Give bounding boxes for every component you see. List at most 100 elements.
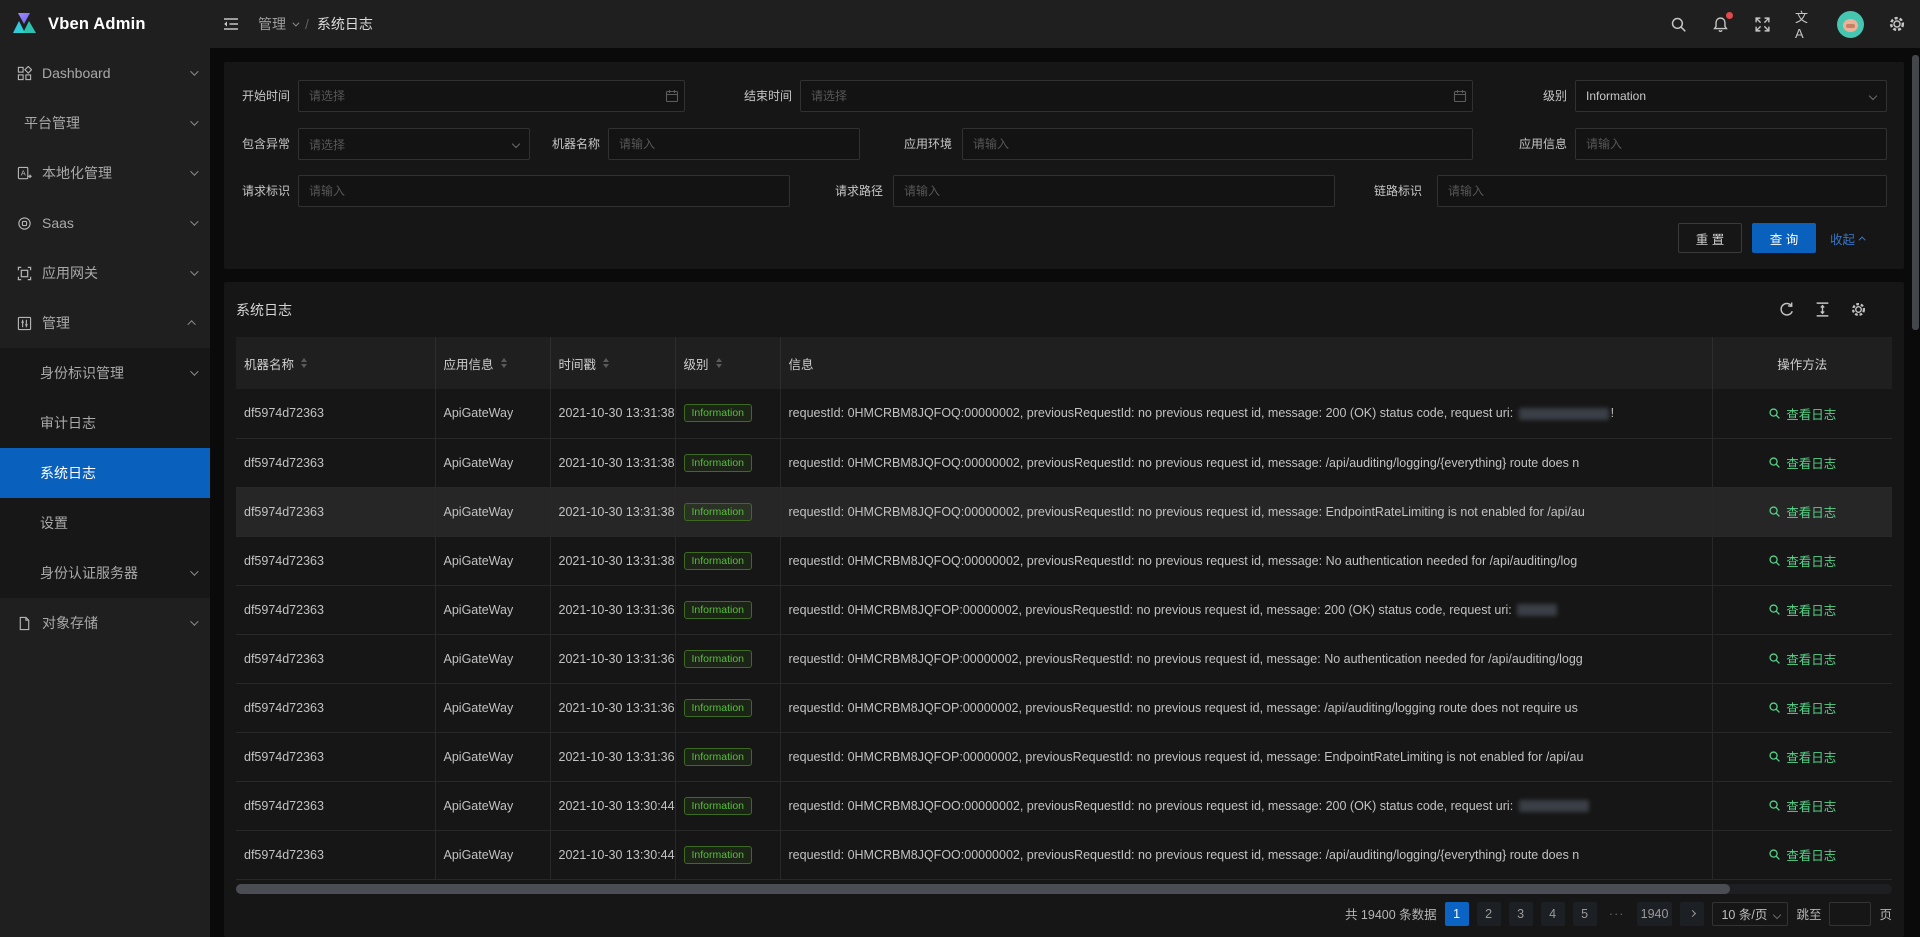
menu-fold-icon[interactable] bbox=[216, 9, 246, 39]
table-row: df5974d72363ApiGateWay2021-10-30 13:31:3… bbox=[236, 634, 1892, 683]
sidebar-item-saas[interactable]: Saas bbox=[0, 198, 210, 248]
redacted-text bbox=[1519, 408, 1609, 420]
trace-id-input[interactable] bbox=[1437, 175, 1887, 207]
sidebar-item-management[interactable]: 管理 bbox=[0, 298, 210, 348]
page-button-1[interactable]: 1 bbox=[1445, 902, 1469, 926]
saas-icon bbox=[17, 216, 32, 231]
table-row: df5974d72363ApiGateWay2021-10-30 13:31:3… bbox=[236, 732, 1892, 781]
gateway-icon bbox=[17, 266, 32, 281]
view-log-link[interactable]: 查看日志 bbox=[1768, 404, 1836, 423]
sidebar-item-system-logs[interactable]: 系统日志 bbox=[0, 448, 210, 498]
message-cell: requestId: 0HMCRBM8JQFOO:00000002, previ… bbox=[780, 830, 1712, 879]
sort-asc-icon bbox=[501, 358, 507, 362]
next-page-button[interactable] bbox=[1680, 902, 1704, 926]
view-log-link[interactable]: 查看日志 bbox=[1768, 453, 1836, 472]
sidebar-item-audit-logs[interactable]: 审计日志 bbox=[0, 398, 210, 448]
sidebar-item-settings[interactable]: 设置 bbox=[0, 498, 210, 548]
sort-icons[interactable] bbox=[301, 358, 307, 368]
column-header[interactable]: 应用信息 bbox=[435, 337, 550, 389]
page-button-5[interactable]: 5 bbox=[1573, 902, 1597, 926]
sidebar-item-platform[interactable]: 平台管理 bbox=[0, 98, 210, 148]
vertical-scrollbar-thumb[interactable] bbox=[1912, 55, 1919, 330]
fullscreen-icon[interactable] bbox=[1753, 15, 1771, 33]
table-row: df5974d72363ApiGateWay2021-10-30 13:31:3… bbox=[236, 389, 1892, 438]
table-row: df5974d72363ApiGateWay2021-10-30 13:31:3… bbox=[236, 536, 1892, 585]
request-path-input[interactable] bbox=[893, 175, 1335, 207]
page-button-2[interactable]: 2 bbox=[1477, 902, 1501, 926]
bell-icon[interactable] bbox=[1711, 15, 1729, 33]
view-log-link[interactable]: 查看日志 bbox=[1768, 698, 1836, 717]
sort-icons[interactable] bbox=[716, 358, 722, 368]
view-log-link[interactable]: 查看日志 bbox=[1768, 551, 1836, 570]
pagination: 共 19400 条数据 12345···1940 10 条/页 跳至 页 bbox=[236, 902, 1892, 926]
level-cell: Information bbox=[675, 683, 780, 732]
page-ellipsis: ··· bbox=[1605, 902, 1629, 926]
chevron-down-icon bbox=[190, 217, 198, 225]
view-log-link[interactable]: 查看日志 bbox=[1768, 796, 1836, 815]
view-log-link[interactable]: 查看日志 bbox=[1768, 502, 1836, 521]
sidebar-item-auth-server[interactable]: 身份认证服务器 bbox=[0, 548, 210, 598]
sort-icons[interactable] bbox=[603, 358, 609, 368]
start-time-label: 开始时间 bbox=[224, 80, 290, 112]
view-log-link[interactable]: 查看日志 bbox=[1768, 747, 1836, 766]
view-log-link[interactable]: 查看日志 bbox=[1768, 845, 1836, 864]
level-badge: Information bbox=[684, 748, 753, 766]
start-time-input[interactable] bbox=[298, 80, 685, 112]
collapse-link[interactable]: 收起 bbox=[1830, 223, 1866, 253]
sidebar-item-localization[interactable]: A本地化管理 bbox=[0, 148, 210, 198]
message-cell: requestId: 0HMCRBM8JQFOP:00000002, previ… bbox=[780, 683, 1712, 732]
sort-icons[interactable] bbox=[501, 358, 507, 368]
sidebar-menu: Dashboard平台管理A本地化管理Saas应用网关管理身份标识管理审计日志系… bbox=[0, 48, 210, 648]
breadcrumb-section[interactable]: 管理 bbox=[258, 14, 297, 34]
column-label: 级别 bbox=[684, 354, 709, 373]
reset-button[interactable]: 重 置 bbox=[1678, 223, 1742, 253]
sidebar-item-identity[interactable]: 身份标识管理 bbox=[0, 348, 210, 398]
pagination-total: 共 19400 条数据 bbox=[1345, 904, 1437, 923]
app-info-cell: ApiGateWay bbox=[435, 585, 550, 634]
column-label: 时间戳 bbox=[559, 354, 597, 373]
machine-name-cell: df5974d72363 bbox=[236, 389, 435, 438]
gear-icon[interactable] bbox=[1888, 15, 1906, 33]
app-info-input[interactable] bbox=[1575, 128, 1887, 160]
timestamp-cell: 2021-10-30 13:31:38 bbox=[550, 438, 675, 487]
level-badge: Information bbox=[684, 699, 753, 717]
column-header[interactable]: 机器名称 bbox=[236, 337, 435, 389]
page-button-4[interactable]: 4 bbox=[1541, 902, 1565, 926]
avatar[interactable] bbox=[1837, 11, 1864, 38]
chevron-right-icon bbox=[1689, 910, 1696, 917]
column-header[interactable]: 级别 bbox=[675, 337, 780, 389]
timestamp-cell: 2021-10-30 13:31:36 bbox=[550, 732, 675, 781]
search-button[interactable]: 查 询 bbox=[1752, 223, 1816, 253]
view-log-link[interactable]: 查看日志 bbox=[1768, 649, 1836, 668]
level-badge: Information bbox=[684, 650, 753, 668]
machine-name-cell: df5974d72363 bbox=[236, 536, 435, 585]
include-exception-select[interactable]: 请选择 bbox=[298, 128, 530, 160]
sort-desc-icon bbox=[301, 364, 307, 368]
trace-id-label: 链路标识 bbox=[1356, 175, 1422, 207]
chevron-up-icon bbox=[187, 320, 195, 328]
jump-page-input[interactable] bbox=[1829, 902, 1871, 926]
sidebar-item-dashboard[interactable]: Dashboard bbox=[0, 48, 210, 98]
machine-name-input[interactable] bbox=[608, 128, 860, 160]
horizontal-scrollbar-thumb[interactable] bbox=[236, 884, 1730, 894]
search-icon[interactable] bbox=[1669, 15, 1687, 33]
view-log-link[interactable]: 查看日志 bbox=[1768, 600, 1836, 619]
search-icon bbox=[1768, 652, 1781, 665]
page-button-3[interactable]: 3 bbox=[1509, 902, 1533, 926]
refresh-icon[interactable] bbox=[1778, 301, 1795, 318]
machine-name-cell: df5974d72363 bbox=[236, 683, 435, 732]
level-select[interactable]: Information bbox=[1575, 80, 1887, 112]
gear-icon[interactable] bbox=[1850, 301, 1867, 318]
chevron-up-icon bbox=[1859, 236, 1866, 243]
request-id-input[interactable] bbox=[298, 175, 790, 207]
sidebar-item-gateway[interactable]: 应用网关 bbox=[0, 248, 210, 298]
page-button-1940[interactable]: 1940 bbox=[1637, 902, 1673, 926]
sidebar-item-object-storage[interactable]: 对象存储 bbox=[0, 598, 210, 648]
app-environment-input[interactable] bbox=[962, 128, 1473, 160]
end-time-input[interactable] bbox=[800, 80, 1473, 112]
translate-icon[interactable]: 文A bbox=[1795, 15, 1813, 33]
column-height-icon[interactable] bbox=[1814, 301, 1831, 318]
logo[interactable]: Vben Admin bbox=[0, 0, 210, 48]
page-size-select[interactable]: 10 条/页 bbox=[1712, 902, 1788, 926]
column-header[interactable]: 时间戳 bbox=[550, 337, 675, 389]
